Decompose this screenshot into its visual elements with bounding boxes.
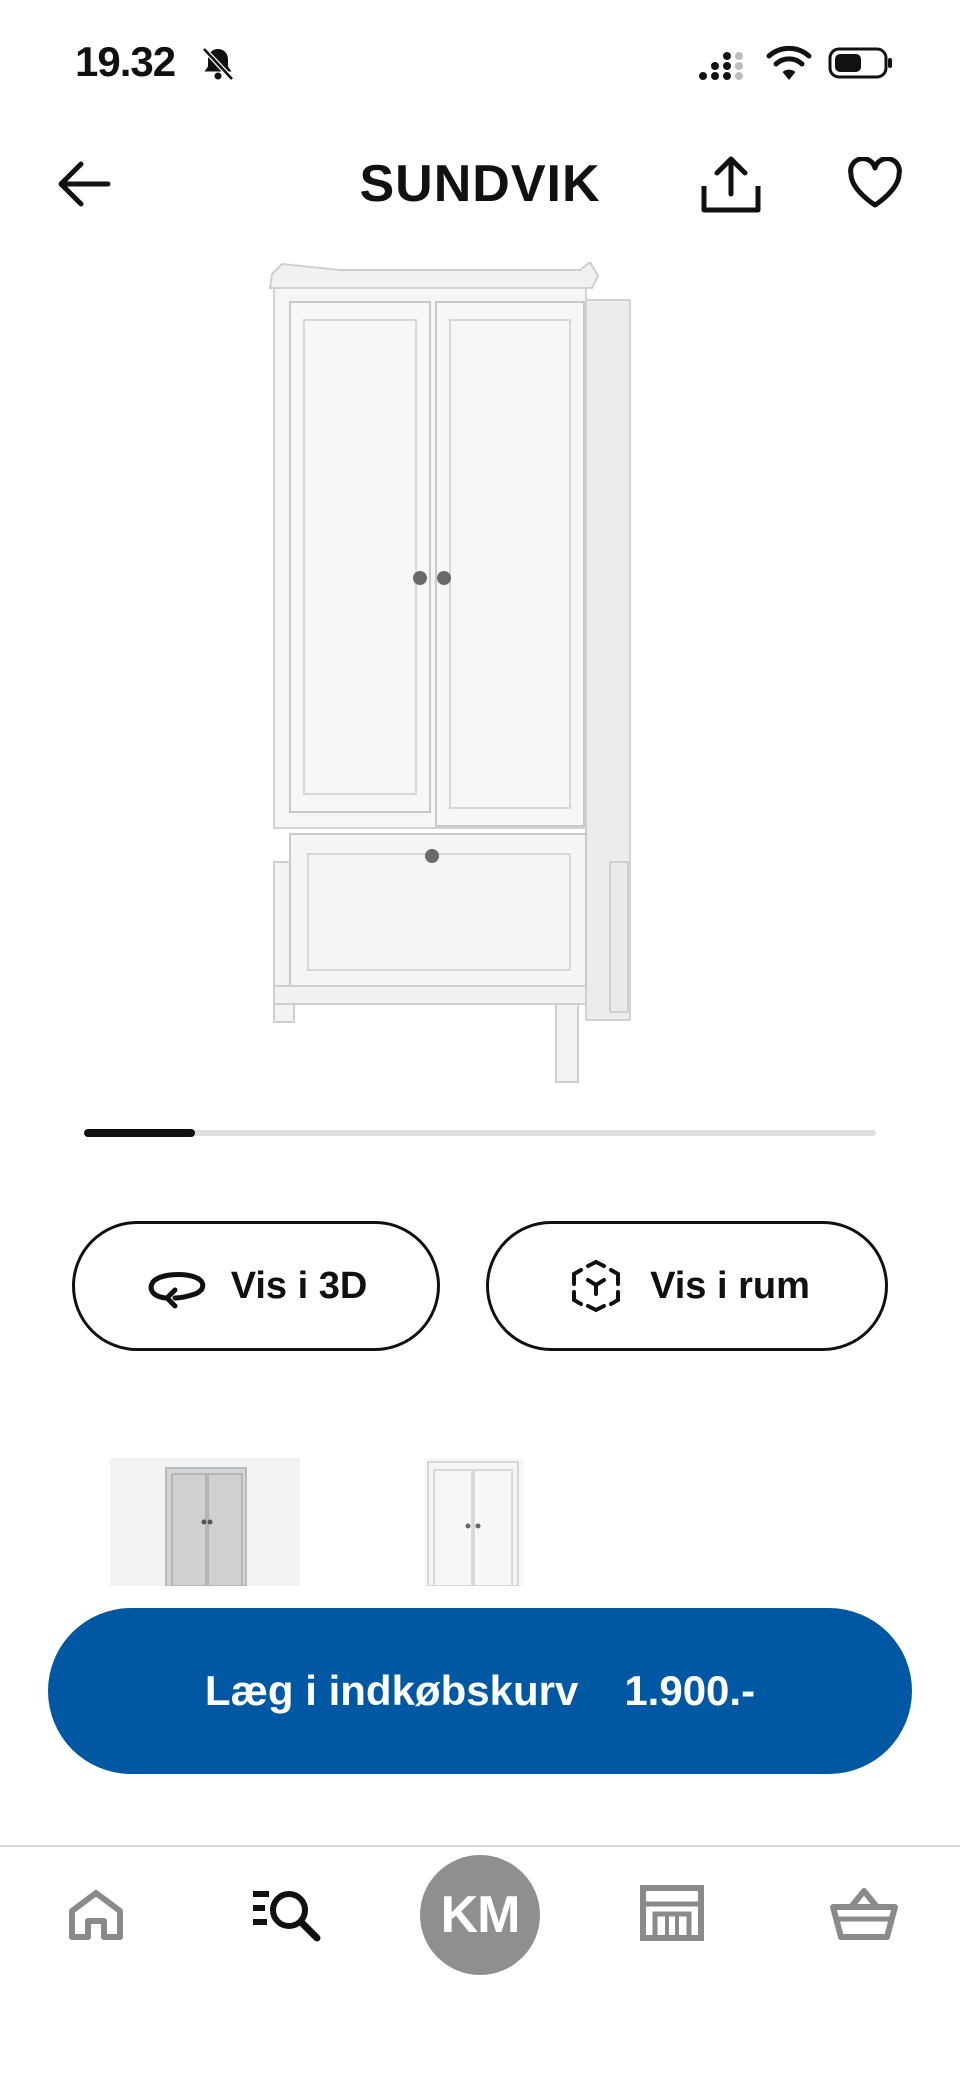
add-to-cart-label: Læg i indkøbskurv xyxy=(204,1667,579,1714)
carousel-progress-indicator xyxy=(84,1129,195,1137)
variant-grey-image xyxy=(165,1467,247,1586)
nav-basket[interactable] xyxy=(828,1883,900,1945)
view-in-room-button[interactable]: Vis i rum xyxy=(486,1221,888,1351)
nav-store[interactable] xyxy=(638,1881,706,1945)
rotate-3d-icon xyxy=(148,1272,205,1309)
wifi-icon xyxy=(766,45,812,80)
basket-icon xyxy=(830,1888,898,1940)
variant-white-image xyxy=(427,1461,519,1586)
product-header: SUNDVIK xyxy=(0,130,960,240)
store-icon xyxy=(640,1885,704,1941)
bottom-navigation: KM xyxy=(0,1847,960,2079)
heart-icon xyxy=(848,157,902,208)
nav-home[interactable] xyxy=(64,1883,128,1947)
home-icon xyxy=(69,1890,123,1940)
arrow-left-icon xyxy=(58,161,111,207)
favorite-button[interactable] xyxy=(842,150,908,216)
bell-muted-icon xyxy=(202,47,234,81)
product-image[interactable] xyxy=(260,262,700,1102)
search-icon xyxy=(253,1891,321,1942)
page-title: SUNDVIK xyxy=(359,155,601,213)
battery-icon xyxy=(828,47,892,79)
view-3d-label: Vis i 3D xyxy=(230,1264,368,1307)
back-button[interactable] xyxy=(52,152,116,216)
ar-cube-icon xyxy=(572,1260,621,1312)
add-to-cart-button[interactable]: Læg i indkøbskurv 1.900.- xyxy=(48,1608,912,1774)
account-avatar[interactable]: KM xyxy=(420,1855,540,1975)
cellular-signal-icon xyxy=(699,52,743,80)
view-3d-button[interactable]: Vis i 3D xyxy=(72,1221,440,1351)
status-time: 19.32 xyxy=(75,38,176,85)
view-in-room-label: Vis i rum xyxy=(650,1264,810,1307)
status-bar: 19.32 xyxy=(0,0,960,120)
variant-thumbnail-grey[interactable] xyxy=(110,1458,300,1586)
variant-thumbnail-white[interactable] xyxy=(424,1458,524,1586)
price-label: 1.900.- xyxy=(624,1667,756,1714)
nav-search[interactable] xyxy=(250,1881,324,1947)
share-icon xyxy=(701,156,761,213)
share-button[interactable] xyxy=(696,148,766,220)
image-carousel-progress xyxy=(84,1129,876,1137)
